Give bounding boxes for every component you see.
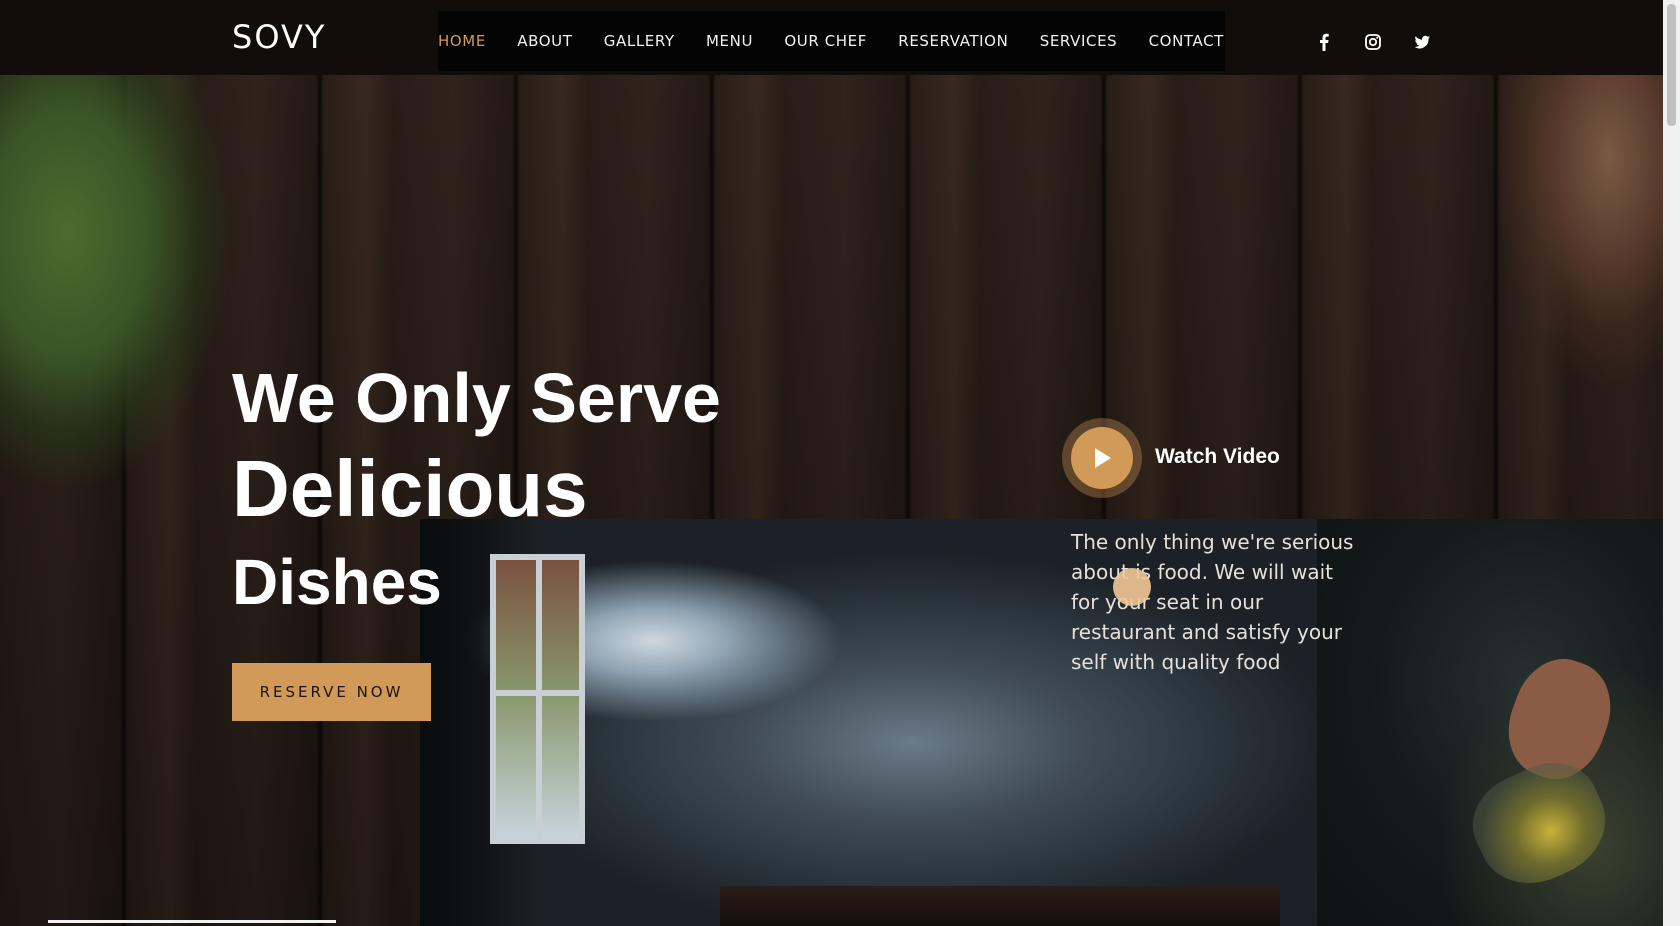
play-circle[interactable] <box>1071 427 1133 489</box>
hero-description: The only thing we're serious about is fo… <box>1071 530 1354 674</box>
nav-gallery[interactable]: GALLERY <box>604 32 675 50</box>
play-video-button[interactable] <box>1062 418 1142 498</box>
spices-image <box>1483 75 1663 405</box>
oil-bottle-detail <box>1457 746 1623 902</box>
chef-pouring-oil-image <box>1317 519 1663 926</box>
play-icon <box>1095 448 1111 468</box>
nav-about[interactable]: ABOUT <box>517 32 572 50</box>
hero-heading-line-2: Delicious <box>232 444 588 533</box>
nav-services[interactable]: SERVICES <box>1040 32 1118 50</box>
facebook-icon[interactable] <box>1312 30 1336 54</box>
scrollbar-thumb[interactable] <box>1667 4 1676 126</box>
main-nav: HOME ABOUT GALLERY MENU OUR CHEF RESERVA… <box>438 11 1225 71</box>
cursor-follower <box>1113 568 1151 606</box>
site-header: SOVY HOME ABOUT GALLERY MENU OUR CHEF RE… <box>0 0 1663 75</box>
page-scrollbar[interactable] <box>1663 0 1680 926</box>
herb-plant-image <box>0 75 230 485</box>
hero-heading-line-3: Dishes <box>232 546 442 618</box>
scroll-progress-line <box>48 920 336 923</box>
nav-contact[interactable]: CONTACT <box>1149 32 1224 50</box>
nav-menu[interactable]: MENU <box>706 32 753 50</box>
site-logo[interactable]: SOVY <box>232 18 326 56</box>
instagram-icon[interactable] <box>1361 30 1385 54</box>
watch-video-label[interactable]: Watch Video <box>1155 445 1280 469</box>
reserve-now-button[interactable]: RESERVE NOW <box>232 663 431 721</box>
dining-table-detail <box>720 886 1280 926</box>
nav-reservation[interactable]: RESERVATION <box>898 32 1008 50</box>
twitter-icon[interactable] <box>1410 30 1434 54</box>
hero-heading-line-1: We Only Serve <box>232 359 721 437</box>
window-detail <box>490 554 585 844</box>
social-links <box>1312 30 1459 54</box>
nav-home[interactable]: HOME <box>438 32 486 50</box>
nav-our-chef[interactable]: OUR CHEF <box>784 32 867 50</box>
